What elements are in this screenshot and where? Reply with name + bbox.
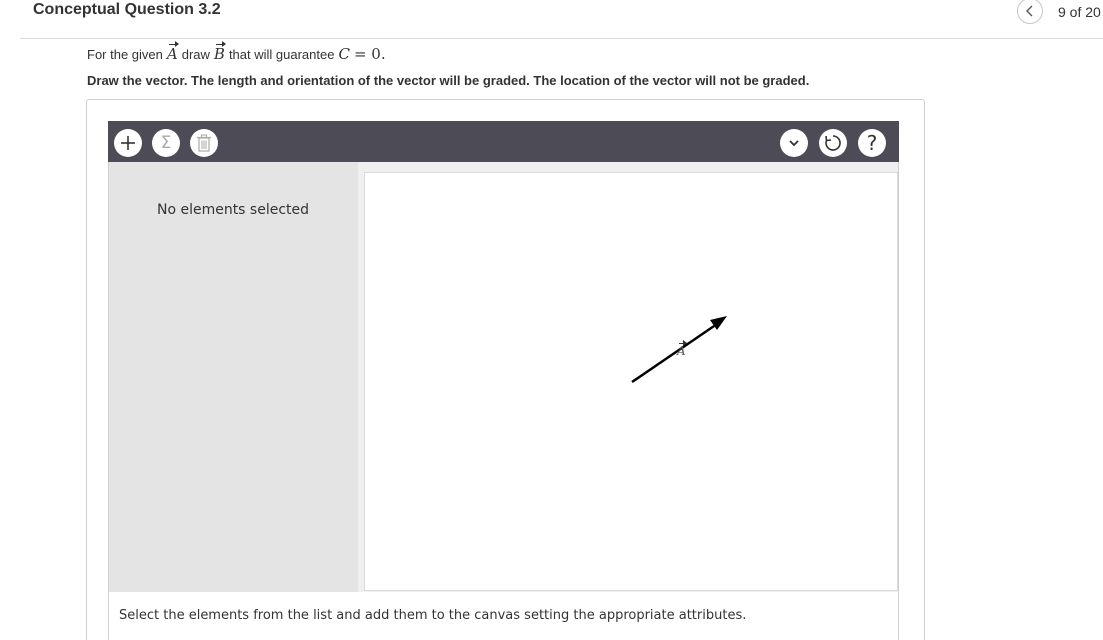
prompt-middle: draw bbox=[181, 47, 210, 62]
chevron-left-icon bbox=[1026, 5, 1033, 17]
help-icon: ? bbox=[866, 131, 878, 155]
reset-icon bbox=[825, 135, 841, 151]
add-element-button[interactable] bbox=[114, 129, 142, 157]
result-symbol: C bbox=[338, 45, 350, 63]
toolbar: Σ ? bbox=[108, 121, 899, 162]
element-attributes-panel: No elements selected bbox=[108, 162, 358, 592]
previous-button[interactable] bbox=[1017, 0, 1043, 24]
trash-icon bbox=[197, 134, 211, 152]
canvas-drawing bbox=[631, 316, 727, 384]
reset-button[interactable] bbox=[819, 129, 847, 157]
frame-left-border bbox=[108, 162, 109, 640]
no-selection-message: No elements selected bbox=[156, 202, 310, 218]
sigma-icon: Σ bbox=[160, 133, 172, 153]
delete-button[interactable] bbox=[190, 129, 218, 157]
vector-a-label: A bbox=[677, 340, 687, 358]
result-equals: = 0. bbox=[353, 45, 386, 63]
plus-icon bbox=[121, 136, 135, 150]
drawing-canvas[interactable]: A bbox=[364, 172, 898, 591]
chevron-down-icon bbox=[789, 140, 799, 147]
header-divider bbox=[20, 38, 1103, 39]
options-dropdown-button[interactable] bbox=[780, 129, 808, 157]
frame-right-border bbox=[898, 162, 899, 640]
prompt-suffix: that will guarantee bbox=[228, 47, 335, 62]
grading-instruction: Draw the vector. The length and orientat… bbox=[87, 73, 810, 88]
vector-a-symbol: A bbox=[166, 41, 179, 63]
sum-vectors-button[interactable]: Σ bbox=[152, 129, 180, 157]
vector-b-symbol: B bbox=[213, 41, 226, 63]
question-counter: 9 of 20 bbox=[1058, 4, 1101, 20]
tool-instructions: Select the elements from the list and ad… bbox=[119, 608, 747, 623]
page: Conceptual Question 3.2 9 of 20 For the … bbox=[0, 0, 1103, 640]
page-title: Conceptual Question 3.2 bbox=[33, 1, 221, 18]
question-prompt: For the given A draw B that will guarant… bbox=[87, 41, 386, 63]
help-button[interactable]: ? bbox=[858, 129, 886, 157]
prompt-prefix: For the given bbox=[87, 47, 163, 62]
